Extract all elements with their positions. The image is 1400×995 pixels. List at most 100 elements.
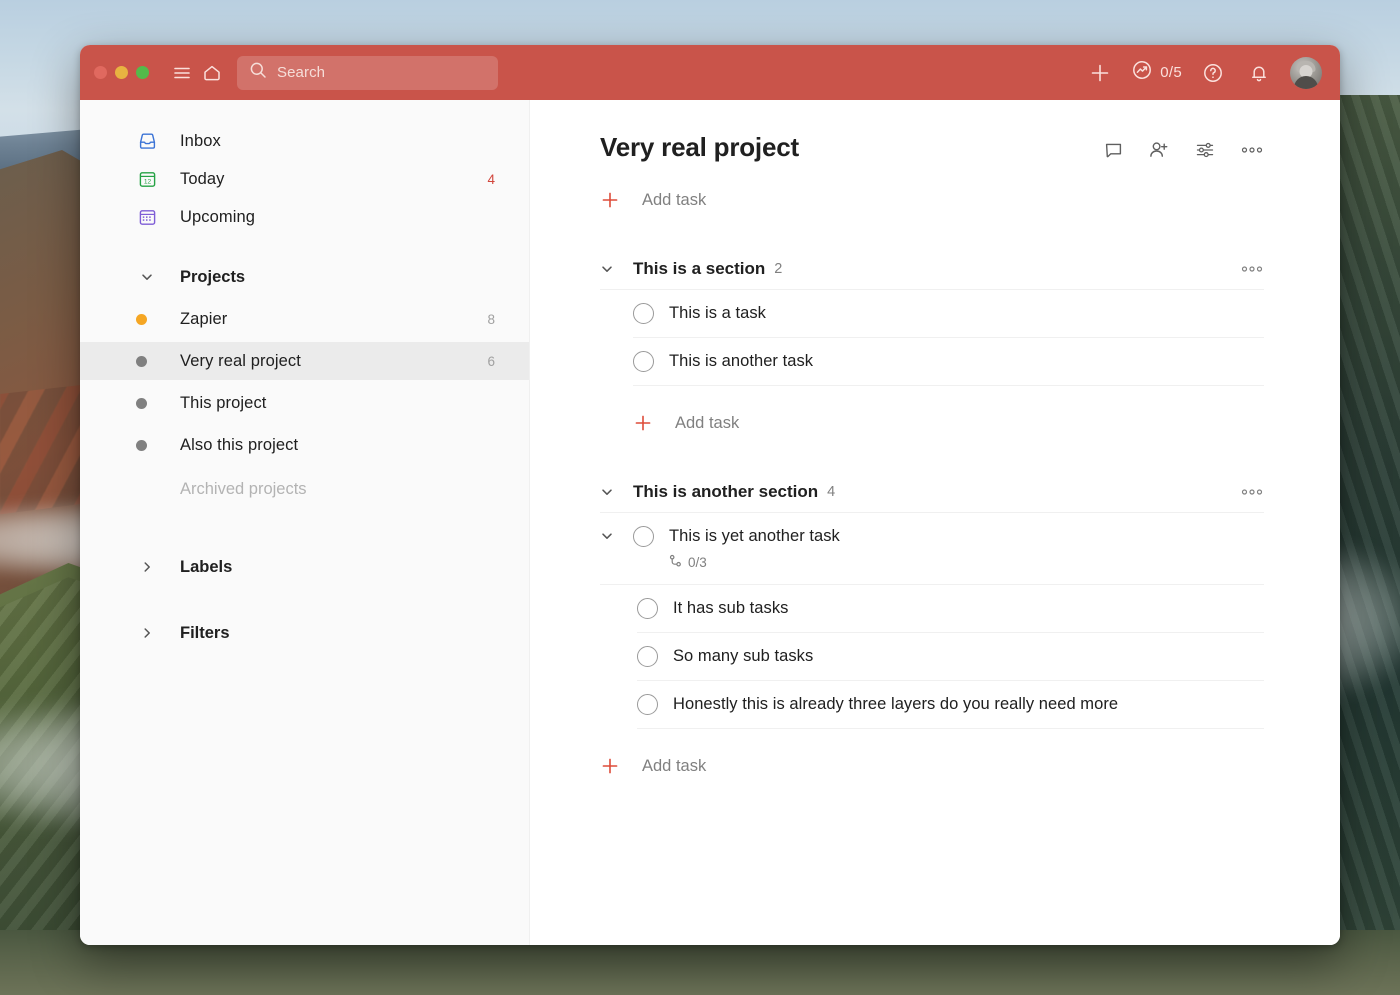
search-placeholder: Search: [277, 64, 326, 81]
plus-icon: [600, 190, 620, 210]
task-row[interactable]: This is another task: [633, 338, 1264, 386]
add-person-icon[interactable]: [1148, 139, 1170, 161]
task-checkbox[interactable]: [637, 694, 658, 715]
sidebar-group-projects[interactable]: Projects: [80, 258, 529, 296]
task-text: This is yet another task: [669, 527, 840, 545]
help-circle-icon[interactable]: [1198, 58, 1228, 88]
task-body: This is yet another task 0/3: [669, 526, 840, 571]
hamburger-menu-icon[interactable]: [167, 58, 197, 88]
productivity-trend-icon: [1131, 59, 1153, 86]
section-this-is-a-section: This is a section 2 This is a task This …: [600, 259, 1264, 442]
project-color-dot: [136, 313, 147, 325]
avatar[interactable]: [1290, 56, 1322, 89]
task-text: This is a task: [669, 304, 766, 322]
subtask-tree-icon: [669, 554, 683, 571]
sidebar-group-label: Projects: [180, 267, 246, 286]
add-task-label: Add task: [642, 756, 707, 775]
task-checkbox[interactable]: [637, 598, 658, 619]
sidebar-item-inbox[interactable]: Inbox: [80, 122, 529, 160]
task-text: It has sub tasks: [673, 599, 789, 617]
sidebar-group-filters[interactable]: Filters: [80, 614, 529, 652]
bell-icon[interactable]: [1244, 58, 1274, 88]
upcoming-calendar-icon: [136, 206, 158, 228]
task-text: Honestly this is already three layers do…: [673, 695, 1119, 713]
add-task-button-section-1[interactable]: Add task: [633, 404, 1264, 442]
productivity-count: 0/5: [1160, 64, 1182, 81]
sidebar-project-zapier[interactable]: Zapier 8: [80, 300, 529, 338]
productivity-button[interactable]: 0/5: [1131, 59, 1182, 86]
close-window-button[interactable]: [94, 66, 107, 79]
chevron-down-icon[interactable]: [600, 526, 618, 543]
comments-icon[interactable]: [1103, 140, 1124, 161]
sidebar-project-also-this-project[interactable]: Also this project: [80, 426, 529, 464]
section-title: This is another section: [633, 482, 819, 501]
task-text: So many sub tasks: [673, 647, 814, 665]
sidebar-group-label: Labels: [180, 557, 233, 576]
project-header: Very real project: [600, 132, 1264, 163]
chevron-right-icon: [136, 556, 158, 578]
section-task-count: 4: [827, 484, 836, 500]
section-more-options-icon[interactable]: [1240, 264, 1264, 274]
chevron-down-icon[interactable]: [600, 262, 618, 276]
sidebar-project-very-real-project[interactable]: Very real project 6: [80, 342, 529, 380]
subtask-count-text: 0/3: [688, 555, 707, 570]
sidebar-group-labels[interactable]: Labels: [80, 548, 529, 586]
project-color-dot: [136, 355, 147, 367]
section-more-options-icon[interactable]: [1240, 487, 1264, 497]
search-icon: [249, 61, 267, 84]
section-task-count: 2: [774, 261, 783, 277]
sidebar-project-this-project[interactable]: This project: [80, 384, 529, 422]
sidebar-item-label: Inbox: [180, 131, 221, 150]
sidebar: Inbox 12 Today 4 Upcoming Projects Zapie…: [80, 100, 530, 945]
task-text: This is another task: [669, 352, 814, 370]
task-row[interactable]: This is a task: [633, 290, 1264, 338]
plus-icon: [600, 756, 620, 776]
inbox-icon: [136, 130, 158, 152]
svg-text:12: 12: [143, 178, 151, 185]
today-calendar-icon: 12: [136, 168, 158, 190]
task-checkbox[interactable]: [637, 646, 658, 667]
view-options-icon[interactable]: [1194, 139, 1216, 161]
sidebar-project-count: 8: [487, 311, 495, 327]
sidebar-item-label: Upcoming: [180, 207, 256, 226]
section-header[interactable]: This is another section 4: [600, 482, 1264, 513]
project-header-actions: [1103, 132, 1264, 161]
task-row-parent[interactable]: This is yet another task 0/3: [600, 513, 1264, 585]
chevron-right-icon: [136, 622, 158, 644]
subtask-row[interactable]: So many sub tasks: [637, 633, 1264, 681]
sidebar-item-label: Today: [180, 169, 225, 188]
sidebar-item-upcoming[interactable]: Upcoming: [80, 198, 529, 236]
project-color-dot: [136, 439, 147, 451]
sidebar-project-label: This project: [180, 393, 267, 412]
sidebar-item-today[interactable]: 12 Today 4: [80, 160, 529, 198]
sidebar-project-label: Zapier: [180, 309, 228, 328]
sidebar-project-label: Very real project: [180, 351, 301, 370]
section-header[interactable]: This is a section 2: [600, 259, 1264, 290]
app-body: Inbox 12 Today 4 Upcoming Projects Zapie…: [80, 100, 1340, 945]
add-task-button-top[interactable]: Add task: [600, 181, 1264, 219]
window-titlebar: Search 0/5: [80, 45, 1340, 100]
subtask-row[interactable]: Honestly this is already three layers do…: [637, 681, 1264, 729]
maximize-window-button[interactable]: [136, 66, 149, 79]
plus-icon[interactable]: [1085, 58, 1115, 88]
task-checkbox[interactable]: [633, 351, 654, 372]
task-checkbox[interactable]: [633, 526, 654, 547]
search-input[interactable]: Search: [237, 55, 498, 90]
task-checkbox[interactable]: [633, 303, 654, 324]
desktop-wallpaper: Search 0/5 Inbox 12 Today 4 Upcoming Pro…: [0, 0, 1400, 995]
add-task-label: Add task: [675, 413, 740, 432]
titlebar-actions: 0/5: [1085, 56, 1322, 89]
sidebar-project-label: Also this project: [180, 435, 299, 454]
subtask-counter: 0/3: [669, 554, 840, 571]
sidebar-item-count: 4: [487, 171, 495, 187]
chevron-down-icon[interactable]: [600, 485, 618, 499]
plus-icon: [633, 413, 653, 433]
more-options-icon[interactable]: [1240, 145, 1264, 155]
add-task-button-section-2[interactable]: Add task: [600, 747, 1264, 785]
sidebar-archived-projects[interactable]: Archived projects: [80, 470, 529, 508]
minimize-window-button[interactable]: [115, 66, 128, 79]
sidebar-group-label: Filters: [180, 623, 230, 642]
project-color-dot: [136, 397, 147, 409]
subtask-row[interactable]: It has sub tasks: [637, 585, 1264, 633]
home-icon[interactable]: [197, 58, 227, 88]
